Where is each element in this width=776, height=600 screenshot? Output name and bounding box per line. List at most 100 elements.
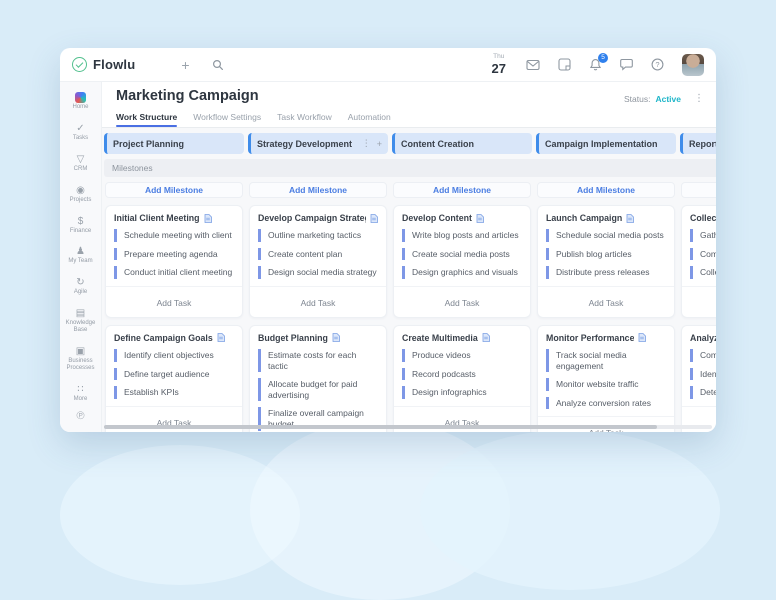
sidebar-item-my-team[interactable]: ♟My Team bbox=[60, 243, 101, 268]
column-header-reporting[interactable]: Reporting ⋮ + bbox=[680, 133, 716, 154]
sidebar-item-agile[interactable]: ↻Agile bbox=[60, 274, 101, 299]
column-header-project-planning[interactable]: Project Planning ⋮ + bbox=[104, 133, 244, 154]
add-milestone-button[interactable]: Add Milestone bbox=[393, 182, 531, 198]
task-item[interactable]: Track social media engagement bbox=[546, 349, 666, 372]
task-item[interactable]: Write blog posts and articles bbox=[402, 229, 522, 242]
task-item[interactable]: Compare with KPIs bbox=[690, 349, 716, 362]
sidebar-item-projects[interactable]: ◉Projects bbox=[60, 182, 101, 207]
task-item[interactable]: Establish KPIs bbox=[114, 386, 234, 399]
svg-text:?: ? bbox=[655, 60, 659, 69]
task-item[interactable]: Define target audience bbox=[114, 368, 234, 381]
status-badge[interactable]: Active bbox=[655, 94, 681, 104]
task-item[interactable]: Conduct initial client meeting bbox=[114, 266, 234, 279]
milestone-title-row[interactable]: Define Campaign Goals bbox=[114, 333, 234, 343]
milestone-title-row[interactable]: Develop Content bbox=[402, 213, 522, 223]
column-title: Campaign Implementation bbox=[545, 139, 658, 149]
column-header-campaign-implementation[interactable]: Campaign Implementation ⋮ + bbox=[536, 133, 676, 154]
milestone-title-row[interactable]: Launch Campaign bbox=[546, 213, 666, 223]
add-task-button[interactable]: Add Task bbox=[538, 286, 674, 317]
add-task-button[interactable]: Add Task bbox=[250, 286, 386, 317]
document-icon bbox=[332, 333, 340, 342]
document-icon bbox=[370, 214, 378, 223]
sidebar-item-label: CRM bbox=[73, 166, 89, 173]
sidebar-item-more[interactable]: ∷More bbox=[60, 381, 101, 406]
task-item[interactable]: Schedule meeting with client bbox=[114, 229, 234, 242]
tab-work-structure[interactable]: Work Structure bbox=[116, 112, 177, 127]
create-button[interactable]: + bbox=[181, 58, 189, 72]
flowlu-logo[interactable]: Flowlu bbox=[72, 57, 135, 72]
tab-workflow-settings[interactable]: Workflow Settings bbox=[193, 112, 261, 127]
sidebar-item-label: Projects bbox=[69, 197, 93, 204]
add-task-button[interactable]: Add Task bbox=[682, 286, 716, 317]
mail-icon[interactable] bbox=[526, 59, 540, 71]
tab-task-workflow[interactable]: Task Workflow bbox=[277, 112, 332, 127]
task-item[interactable]: Design infographics bbox=[402, 386, 522, 399]
milestone-title-row[interactable]: Budget Planning bbox=[258, 333, 378, 343]
tab-automation[interactable]: Automation bbox=[348, 112, 391, 127]
column-add-icon[interactable]: + bbox=[377, 139, 382, 149]
task-item[interactable]: Gather campaign data bbox=[690, 229, 716, 242]
column-header-strategy-development[interactable]: Strategy Development ⋮ + bbox=[248, 133, 388, 154]
task-item[interactable]: Collect feedback bbox=[690, 266, 716, 279]
task-item[interactable]: Distribute press releases bbox=[546, 266, 666, 279]
document-icon bbox=[476, 214, 484, 223]
add-task-button[interactable]: Add Task bbox=[106, 286, 242, 317]
task-item[interactable]: Determine ROI bbox=[690, 386, 716, 399]
task-item[interactable]: Analyze conversion rates bbox=[546, 397, 666, 410]
sidebar-item-business-processes[interactable]: ▣Business Processes bbox=[60, 343, 101, 375]
column-strategy-development: Add Milestone Develop Campaign Strategy O… bbox=[248, 182, 388, 432]
milestone-title: Create Multimedia bbox=[402, 333, 478, 343]
scrollbar-thumb[interactable] bbox=[104, 425, 657, 429]
sidebar-item-knowledge-base[interactable]: ▤Knowledge Base bbox=[60, 305, 101, 337]
column-menu-icon[interactable]: ⋮ bbox=[362, 138, 371, 149]
milestone-title-row[interactable]: Monitor Performance bbox=[546, 333, 666, 343]
milestone-title-row[interactable]: Analyze Results bbox=[690, 333, 716, 343]
task-item[interactable]: Monitor website traffic bbox=[546, 378, 666, 391]
milestone-title-row[interactable]: Collect Data bbox=[690, 213, 716, 223]
task-item[interactable]: Prepare meeting agenda bbox=[114, 248, 234, 261]
assistant-icon[interactable]: ℗ bbox=[76, 410, 84, 422]
task-item[interactable]: Publish blog articles bbox=[546, 248, 666, 261]
add-milestone-button[interactable]: Add Milestone bbox=[537, 182, 675, 198]
task-item[interactable]: Estimate costs for each tactic bbox=[258, 349, 378, 372]
more-icon: ∷ bbox=[77, 384, 83, 395]
sidebar-item-finance[interactable]: $Finance bbox=[60, 213, 101, 238]
task-item[interactable]: Allocate budget for paid advertising bbox=[258, 378, 378, 401]
sidebar-item-crm[interactable]: ▽CRM bbox=[60, 151, 101, 176]
milestone-card: Develop Content Write blog posts and arti… bbox=[393, 205, 531, 318]
task-item[interactable]: Identify insights bbox=[690, 368, 716, 381]
more-menu-icon[interactable]: ⋮ bbox=[694, 93, 704, 104]
sidebar-item-home[interactable]: Home bbox=[60, 89, 101, 114]
add-milestone-button[interactable]: Add Milestone bbox=[105, 182, 243, 198]
milestone-title-row[interactable]: Develop Campaign Strategy bbox=[258, 213, 378, 223]
crm-icon: ▽ bbox=[77, 154, 85, 165]
task-item[interactable]: Record podcasts bbox=[402, 368, 522, 381]
help-icon[interactable]: ? bbox=[651, 58, 664, 71]
milestone-title-row[interactable]: Create Multimedia bbox=[402, 333, 522, 343]
milestones-bar: Milestones bbox=[104, 159, 716, 177]
sidebar-item-label: Knowledge Base bbox=[60, 320, 101, 334]
calendar-day-number: 27 bbox=[492, 62, 506, 75]
task-item[interactable]: Schedule social media posts bbox=[546, 229, 666, 242]
flowlu-check-icon bbox=[72, 57, 87, 72]
notifications-bell-icon[interactable]: 5 bbox=[589, 58, 602, 71]
task-item[interactable]: Compile metrics bbox=[690, 248, 716, 261]
task-item[interactable]: Outline marketing tactics bbox=[258, 229, 378, 242]
chat-icon[interactable] bbox=[620, 58, 633, 71]
task-item[interactable]: Create content plan bbox=[258, 248, 378, 261]
calendar-date[interactable]: Thu 27 bbox=[492, 54, 506, 75]
add-milestone-button[interactable]: Add Milestone bbox=[681, 182, 716, 198]
task-item[interactable]: Design social media strategy bbox=[258, 266, 378, 279]
notes-icon[interactable] bbox=[558, 58, 571, 71]
user-avatar[interactable] bbox=[682, 54, 704, 76]
column-header-content-creation[interactable]: Content Creation ⋮ + bbox=[392, 133, 532, 154]
task-item[interactable]: Identify client objectives bbox=[114, 349, 234, 362]
task-item[interactable]: Design graphics and visuals bbox=[402, 266, 522, 279]
sidebar-item-tasks[interactable]: ✓Tasks bbox=[60, 120, 101, 145]
task-item[interactable]: Produce videos bbox=[402, 349, 522, 362]
task-item[interactable]: Create social media posts bbox=[402, 248, 522, 261]
search-icon[interactable] bbox=[212, 59, 224, 71]
add-milestone-button[interactable]: Add Milestone bbox=[249, 182, 387, 198]
milestone-title-row[interactable]: Initial Client Meeting bbox=[114, 213, 234, 223]
add-task-button[interactable]: Add Task bbox=[394, 286, 530, 317]
